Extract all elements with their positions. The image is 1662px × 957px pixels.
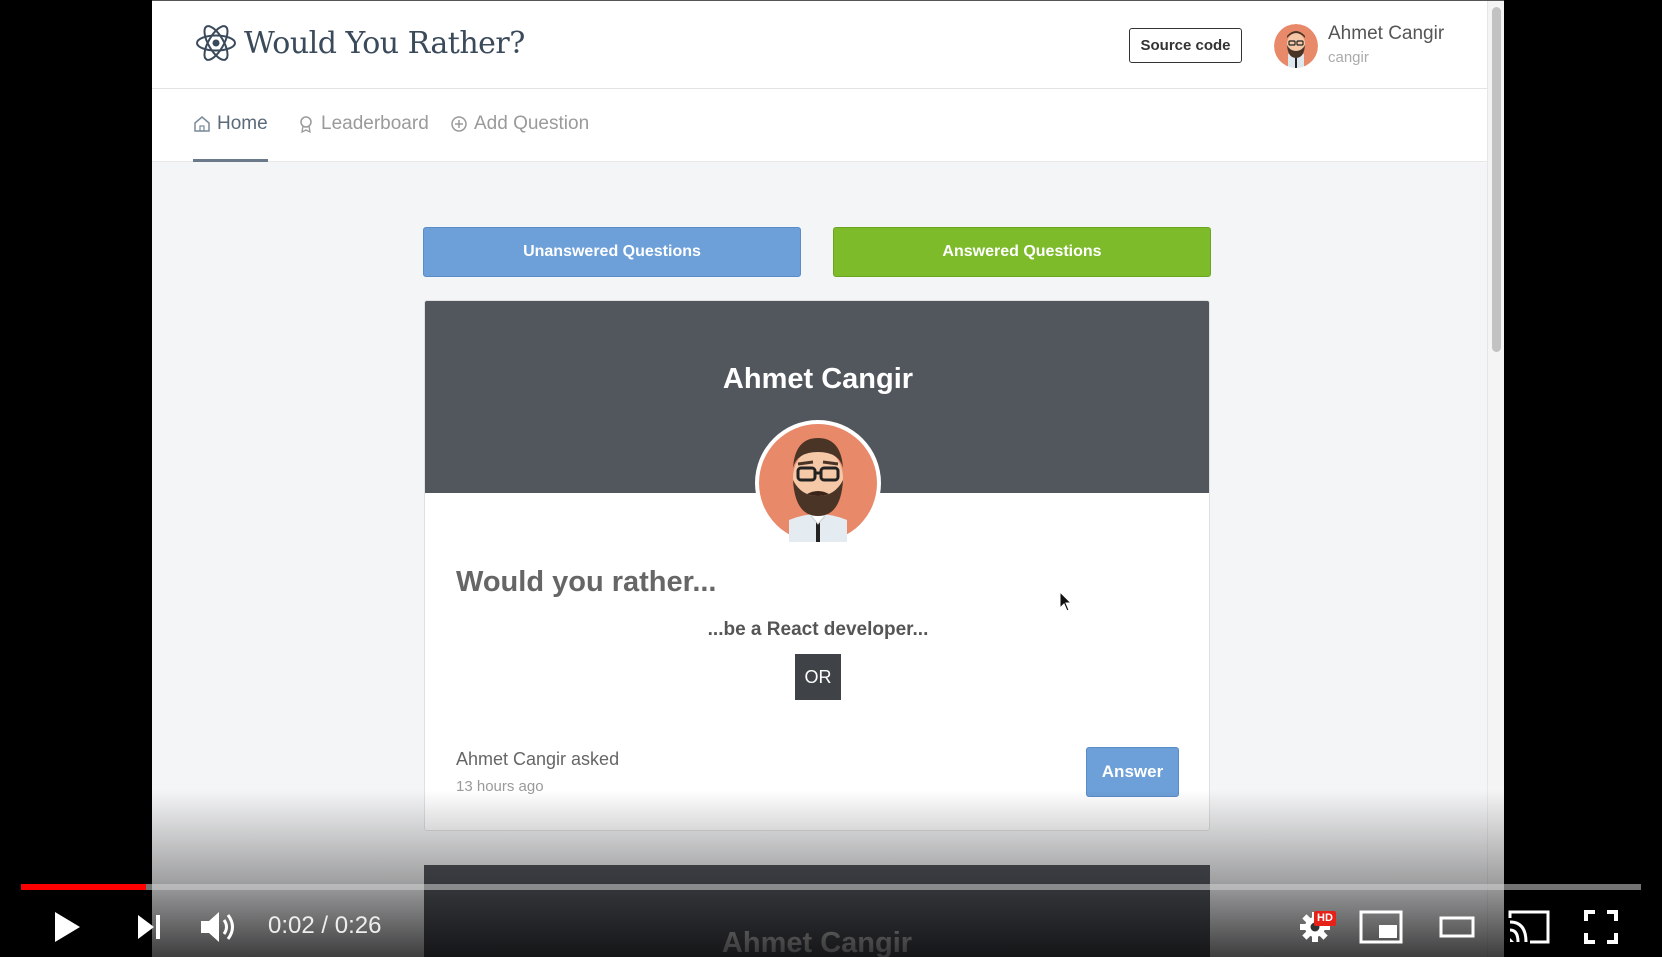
atom-logo-icon: [196, 25, 236, 61]
time-display: 0:02 / 0:26: [268, 912, 382, 939]
progress-bar[interactable]: [21, 884, 1641, 890]
cast-button[interactable]: [1504, 904, 1554, 950]
answer-button[interactable]: Answer: [1086, 747, 1179, 797]
question-card: Ahmet Cangir Would you rather... ...be a…: [424, 300, 1210, 831]
plus-circle-icon: [451, 116, 467, 132]
video-frame[interactable]: Would You Rather? Source code Ahmet Cang…: [0, 0, 1662, 957]
next-question-card: Ahmet Cangir: [424, 865, 1210, 957]
hd-badge: HD: [1314, 911, 1336, 926]
card-author-name: Ahmet Cangir: [722, 363, 914, 395]
next-button[interactable]: [126, 904, 172, 950]
user-name: Ahmet Cangir: [1328, 23, 1445, 44]
nav-label-leaderboard: Leaderboard: [321, 113, 429, 134]
vertical-scrollbar[interactable]: [1487, 1, 1504, 957]
progress-bar-played: [21, 884, 146, 890]
main-nav: Home Leaderboard Add Question: [152, 89, 1487, 162]
play-icon: [55, 912, 80, 942]
theater-mode-icon: [1439, 916, 1475, 938]
brand[interactable]: Would You Rather?: [194, 21, 525, 65]
volume-icon: [201, 912, 234, 942]
fullscreen-icon: [1584, 910, 1618, 944]
miniplayer-button[interactable]: [1358, 904, 1404, 950]
nav-item-leaderboard[interactable]: Leaderboard: [297, 113, 429, 135]
unanswered-questions-button[interactable]: Unanswered Questions: [423, 227, 801, 277]
theater-mode-button[interactable]: [1434, 904, 1480, 950]
bearded-man-avatar-icon: [1274, 24, 1318, 68]
user-avatar[interactable]: [1274, 24, 1318, 68]
source-code-button[interactable]: Source code: [1129, 28, 1242, 63]
active-tab-indicator: [193, 159, 268, 162]
asked-timestamp: 13 hours ago: [456, 778, 544, 795]
scrollbar-thumb[interactable]: [1492, 7, 1501, 352]
app-title: Would You Rather?: [244, 25, 525, 61]
nav-item-add-question[interactable]: Add Question: [450, 113, 589, 135]
answered-questions-button[interactable]: Answered Questions: [833, 227, 1211, 277]
or-separator: OR: [795, 654, 841, 700]
author-avatar: [755, 420, 881, 546]
cast-icon: [1508, 910, 1550, 944]
question-title: Would you rather...: [456, 566, 717, 598]
miniplayer-icon: [1359, 910, 1403, 944]
volume-button[interactable]: [196, 904, 242, 950]
fullscreen-button[interactable]: [1578, 904, 1624, 950]
nav-item-home[interactable]: Home: [193, 113, 268, 135]
home-icon: [194, 116, 210, 132]
mouse-cursor-icon: [1059, 591, 1073, 612]
asked-by-label: Ahmet Cangir asked: [456, 749, 620, 769]
question-option-one: ...be a React developer...: [707, 619, 929, 640]
nav-label-add-question: Add Question: [474, 113, 590, 134]
user-handle: cangir: [1328, 49, 1369, 66]
play-button[interactable]: [44, 904, 90, 950]
nav-label-home: Home: [217, 113, 268, 134]
award-icon: [300, 116, 312, 133]
bearded-man-avatar-icon: [759, 424, 877, 542]
app-window: Would You Rather? Source code Ahmet Cang…: [152, 0, 1504, 957]
top-header: Would You Rather? Source code Ahmet Cang…: [152, 1, 1487, 89]
next-card-author-name: Ahmet Cangir: [721, 927, 913, 957]
skip-next-icon: [138, 915, 160, 939]
